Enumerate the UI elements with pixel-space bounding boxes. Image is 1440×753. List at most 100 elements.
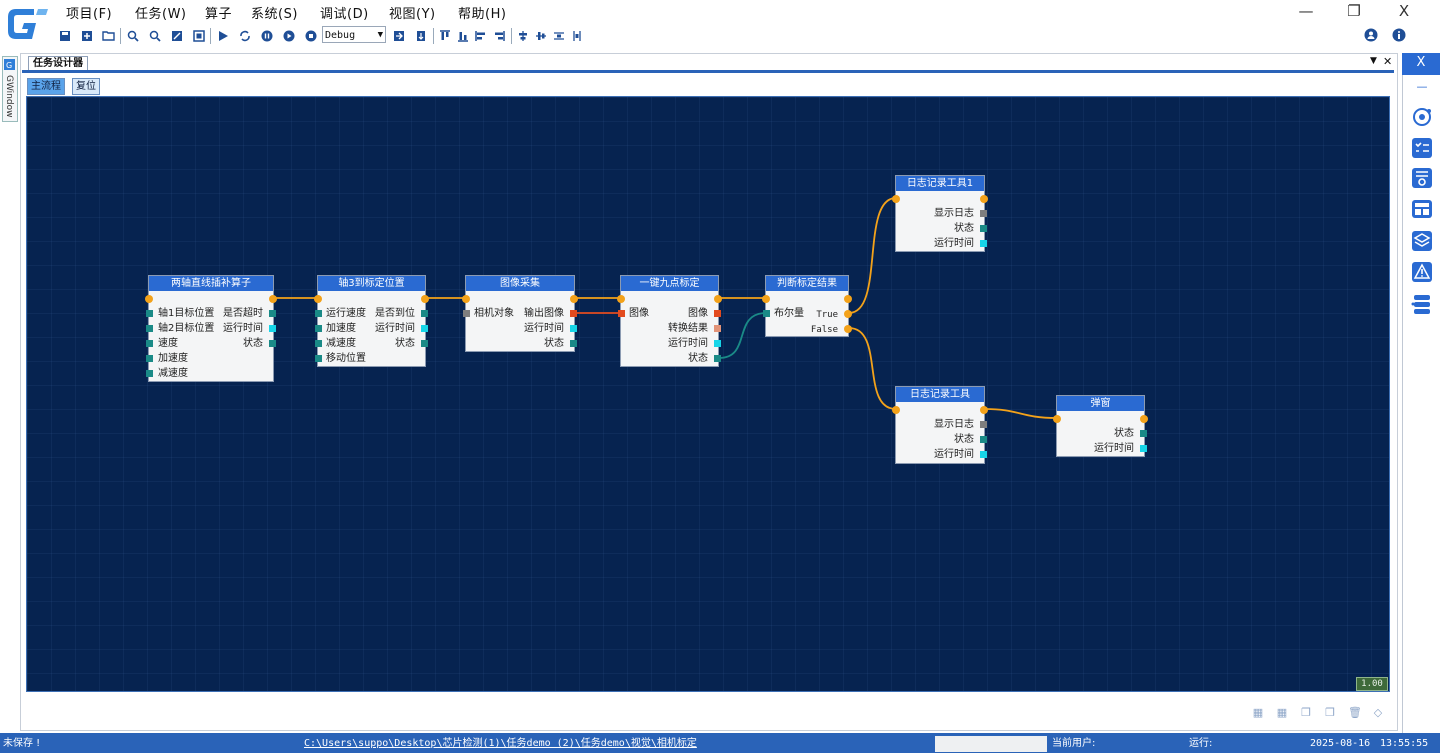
flow-out-port[interactable] <box>1140 415 1148 423</box>
flow-node[interactable]: 日志记录工具1 显示日志 状态 运行时间 <box>892 175 988 252</box>
input-port[interactable] <box>463 310 470 317</box>
flow-in-port[interactable] <box>762 295 770 303</box>
node-output-label: 状态 <box>688 353 708 364</box>
clear-icon[interactable]: ◇ <box>1372 707 1384 719</box>
flow-out-port[interactable] <box>421 295 429 303</box>
warning-icon[interactable] <box>1411 261 1433 283</box>
node-output-label: True <box>816 310 838 320</box>
output-port[interactable] <box>570 340 577 347</box>
output-port[interactable] <box>714 325 721 332</box>
flow-out-port[interactable] <box>714 295 722 303</box>
node-output-label: 状态 <box>954 434 974 445</box>
input-port[interactable] <box>315 310 322 317</box>
flow-in-port[interactable] <box>462 295 470 303</box>
node-input-label: 运行速度 <box>326 308 366 319</box>
node-output-label: 是否超时 <box>223 308 263 319</box>
layout-icon[interactable] <box>1411 198 1433 220</box>
input-port[interactable] <box>146 340 153 347</box>
true-branch-port[interactable] <box>844 310 852 318</box>
node-output-label: 运行时间 <box>375 323 415 334</box>
node-output-label: 输出图像 <box>524 308 564 319</box>
flow-node[interactable]: 日志记录工具 显示日志 状态 运行时间 <box>892 386 988 464</box>
run-label: 运行: <box>1189 738 1213 749</box>
output-port[interactable] <box>980 225 987 232</box>
node-output-label: 运行时间 <box>524 323 564 334</box>
output-port[interactable] <box>980 436 987 443</box>
output-port[interactable] <box>421 325 428 332</box>
output-port[interactable] <box>570 310 577 317</box>
node-input-label: 相机对象 <box>474 308 514 319</box>
node-title: 轴3到标定位置 <box>318 276 425 291</box>
output-port[interactable] <box>269 325 276 332</box>
flow-steps-icon[interactable] <box>1411 293 1433 315</box>
input-port[interactable] <box>146 310 153 317</box>
node-input-label: 减速度 <box>326 338 356 349</box>
ungroup-icon[interactable]: ▦ <box>1276 707 1288 719</box>
output-port[interactable] <box>714 340 721 347</box>
paste-icon[interactable]: ❐ <box>1324 707 1336 719</box>
wire-false-log <box>848 327 897 410</box>
flow-in-port[interactable] <box>892 406 900 414</box>
output-port[interactable] <box>1140 430 1147 437</box>
node-title: 两轴直线插补算子 <box>149 276 273 291</box>
input-port[interactable] <box>315 325 322 332</box>
node-output-label: False <box>810 325 838 335</box>
flow-in-port[interactable] <box>145 295 153 303</box>
collapse-panel-icon[interactable]: — <box>1411 80 1433 93</box>
flow-out-port[interactable] <box>844 295 852 303</box>
current-file-path[interactable]: C:\Users\suppo\Desktop\芯片检测(1)\任务demo (2… <box>304 738 697 750</box>
output-port[interactable] <box>269 340 276 347</box>
input-port[interactable] <box>763 310 770 317</box>
node-output-label: 状态 <box>1114 428 1134 439</box>
output-port[interactable] <box>980 421 987 428</box>
flow-out-port[interactable] <box>980 406 988 414</box>
flow-node[interactable]: 两轴直线插补算子 轴1目标位置 轴2目标位置 速度 加速度 减速度 是否超时 运… <box>145 275 277 382</box>
node-title: 一键九点标定 <box>621 276 718 291</box>
copy-icon[interactable]: ❐ <box>1300 707 1312 719</box>
input-port[interactable] <box>315 340 322 347</box>
right-panel-close-button[interactable]: X <box>1402 53 1440 75</box>
output-port[interactable] <box>421 340 428 347</box>
input-port[interactable] <box>146 355 153 362</box>
flow-out-port[interactable] <box>570 295 578 303</box>
orbit-icon[interactable] <box>1411 106 1433 128</box>
output-port[interactable] <box>980 240 987 247</box>
input-port[interactable] <box>146 325 153 332</box>
output-port[interactable] <box>714 310 721 317</box>
current-user-label: 当前用户: <box>1052 738 1096 749</box>
flow-node[interactable]: 轴3到标定位置 运行速度 加速度 减速度 移动位置 是否到位 运行时间 状态 <box>314 275 429 367</box>
output-port[interactable] <box>980 210 987 217</box>
flow-out-port[interactable] <box>980 195 988 203</box>
flow-out-port[interactable] <box>269 295 277 303</box>
flow-in-port[interactable] <box>892 195 900 203</box>
flow-node[interactable]: 判断标定结果 布尔量 True False <box>762 275 852 337</box>
output-port[interactable] <box>1140 445 1147 452</box>
settings-list-icon[interactable] <box>1411 167 1433 189</box>
node-output-label: 图像 <box>688 308 708 319</box>
delete-icon[interactable]: 🗑 <box>1348 707 1362 719</box>
output-port[interactable] <box>421 310 428 317</box>
checklist-icon[interactable] <box>1411 137 1433 159</box>
node-title: 弹窗 <box>1057 396 1144 411</box>
node-title: 判断标定结果 <box>766 276 848 291</box>
node-title: 日志记录工具1 <box>896 176 984 191</box>
output-port[interactable] <box>570 325 577 332</box>
node-input-label: 布尔量 <box>774 308 804 319</box>
node-input-label: 轴1目标位置 <box>158 308 215 319</box>
output-port[interactable] <box>714 355 721 362</box>
flow-in-port[interactable] <box>617 295 625 303</box>
flow-node[interactable]: 图像采集 相机对象 输出图像 运行时间 状态 <box>462 275 578 352</box>
layers-icon[interactable] <box>1411 230 1433 252</box>
node-input-label: 加速度 <box>326 323 356 334</box>
flow-node[interactable]: 弹窗 状态 运行时间 <box>1053 395 1148 457</box>
input-port[interactable] <box>146 370 153 377</box>
flow-in-port[interactable] <box>1053 415 1061 423</box>
input-port[interactable] <box>618 310 625 317</box>
output-port[interactable] <box>269 310 276 317</box>
false-branch-port[interactable] <box>844 325 852 333</box>
flow-in-port[interactable] <box>314 295 322 303</box>
output-port[interactable] <box>980 451 987 458</box>
group-icon[interactable]: ▦ <box>1252 707 1264 719</box>
flow-node[interactable]: 一键九点标定 图像 图像 转换结果 运行时间 状态 <box>617 275 722 367</box>
input-port[interactable] <box>315 355 322 362</box>
